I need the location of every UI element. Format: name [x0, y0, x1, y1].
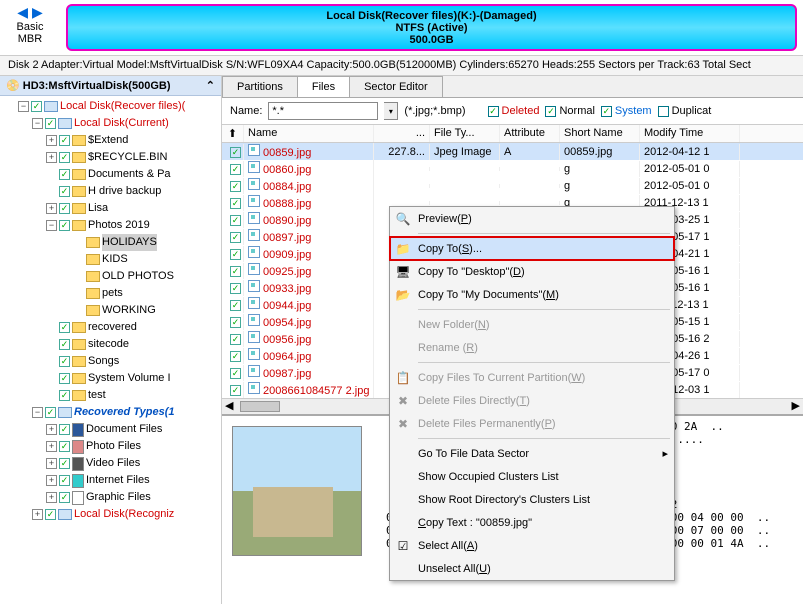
- normal-checkbox[interactable]: ✓Normal: [545, 105, 594, 117]
- tree-item[interactable]: pets: [4, 285, 221, 302]
- tree-header[interactable]: 📀 HD3:MsftVirtualDisk(500GB)⌃: [0, 76, 221, 96]
- name-filter-input[interactable]: [268, 102, 378, 120]
- partition-bar[interactable]: Local Disk(Recover files)(K:)-(Damaged) …: [66, 4, 797, 51]
- menu-delete-direct: ✖Delete Files Directly(T): [390, 389, 674, 412]
- menu-root-clusters[interactable]: Show Root Directory's Clusters List: [390, 488, 674, 511]
- file-list-header[interactable]: ⬆ Name ... File Ty... Attribute Short Na…: [222, 125, 803, 143]
- tree-item[interactable]: ✓System Volume I: [4, 370, 221, 387]
- deleted-checkbox[interactable]: ✓Deleted: [488, 105, 540, 117]
- name-label: Name:: [230, 105, 262, 117]
- tree-item[interactable]: +✓Graphic Files: [4, 489, 221, 506]
- tree-item[interactable]: ✓recovered: [4, 319, 221, 336]
- menu-new-folder: New Folder(N): [390, 313, 674, 336]
- nav-arrows[interactable]: ◀ ▶: [0, 4, 60, 21]
- menu-rename: Rename (R): [390, 336, 674, 359]
- menu-copy-current: 📋Copy Files To Current Partition(W): [390, 366, 674, 389]
- menu-occupied-clusters[interactable]: Show Occupied Clusters List: [390, 465, 674, 488]
- menu-copy-text[interactable]: Copy Text : "00859.jpg": [390, 511, 674, 534]
- tree-item[interactable]: +✓Lisa: [4, 200, 221, 217]
- tab-partitions[interactable]: Partitions: [222, 76, 298, 97]
- tree-item[interactable]: −✓Photos 2019: [4, 217, 221, 234]
- context-menu: 🔍Preview(P) 📁Copy To(S)... 🖥Copy To "Des…: [389, 206, 675, 581]
- tree-item[interactable]: ✓Documents & Pa: [4, 166, 221, 183]
- system-checkbox[interactable]: ✓System: [601, 105, 652, 117]
- tree-item[interactable]: WORKING: [4, 302, 221, 319]
- tree-item[interactable]: ✓sitecode: [4, 336, 221, 353]
- tree-item[interactable]: +✓$RECYCLE.BIN: [4, 149, 221, 166]
- tree-item[interactable]: OLD PHOTOS: [4, 268, 221, 285]
- disk-info: Disk 2 Adapter:Virtual Model:MsftVirtual…: [0, 56, 803, 76]
- tree-item[interactable]: +✓Internet Files: [4, 472, 221, 489]
- tree-item[interactable]: −✓Local Disk(Current): [4, 115, 221, 132]
- tree-item[interactable]: −✓Local Disk(Recover files)(: [4, 98, 221, 115]
- menu-copy-desktop[interactable]: 🖥Copy To "Desktop"(D): [390, 260, 674, 283]
- tree-item[interactable]: +✓$Extend: [4, 132, 221, 149]
- menu-delete-perm: ✖Delete Files Permanently(P): [390, 412, 674, 435]
- tree-item-selected[interactable]: HOLIDAYS: [4, 234, 221, 251]
- tree-item[interactable]: +✓Local Disk(Recogniz: [4, 506, 221, 523]
- menu-copy-to[interactable]: 📁Copy To(S)...: [390, 237, 674, 260]
- disk-mode: ◀ ▶ Basic MBR: [0, 0, 60, 55]
- tree-item[interactable]: +✓Video Files: [4, 455, 221, 472]
- ext-label: (*.jpg;*.bmp): [404, 105, 465, 117]
- dropdown-icon[interactable]: ▾: [384, 102, 398, 120]
- menu-select-all[interactable]: ☑Select All(A): [390, 534, 674, 557]
- tree-item[interactable]: −✓Recovered Types(1: [4, 404, 221, 421]
- menu-goto-sector[interactable]: Go To File Data Sector▸: [390, 442, 674, 465]
- tree-item[interactable]: +✓Document Files: [4, 421, 221, 438]
- duplicate-checkbox[interactable]: Duplicat: [658, 105, 712, 117]
- menu-preview[interactable]: 🔍Preview(P): [390, 207, 674, 230]
- file-row[interactable]: ✓ 00884.jpg g 2012-05-01 0: [222, 177, 803, 194]
- tree-item[interactable]: ✓H drive backup: [4, 183, 221, 200]
- tree-item[interactable]: +✓Photo Files: [4, 438, 221, 455]
- directory-tree: −✓Local Disk(Recover files)( −✓Local Dis…: [0, 96, 221, 525]
- file-row[interactable]: ✓ 00859.jpg 227.8... Jpeg Image A 00859.…: [222, 143, 803, 160]
- file-row[interactable]: ✓ 00860.jpg g 2012-05-01 0: [222, 160, 803, 177]
- tabs: Partitions Files Sector Editor: [222, 76, 803, 98]
- menu-copy-mydocs[interactable]: 📂Copy To "My Documents"(M): [390, 283, 674, 306]
- menu-unselect-all[interactable]: Unselect All(U): [390, 557, 674, 580]
- preview-thumbnail: [222, 416, 382, 604]
- tab-files[interactable]: Files: [297, 76, 350, 97]
- tree-item[interactable]: ✓test: [4, 387, 221, 404]
- tree-item[interactable]: ✓Songs: [4, 353, 221, 370]
- tab-sector-editor[interactable]: Sector Editor: [349, 76, 443, 97]
- tree-item[interactable]: KIDS: [4, 251, 221, 268]
